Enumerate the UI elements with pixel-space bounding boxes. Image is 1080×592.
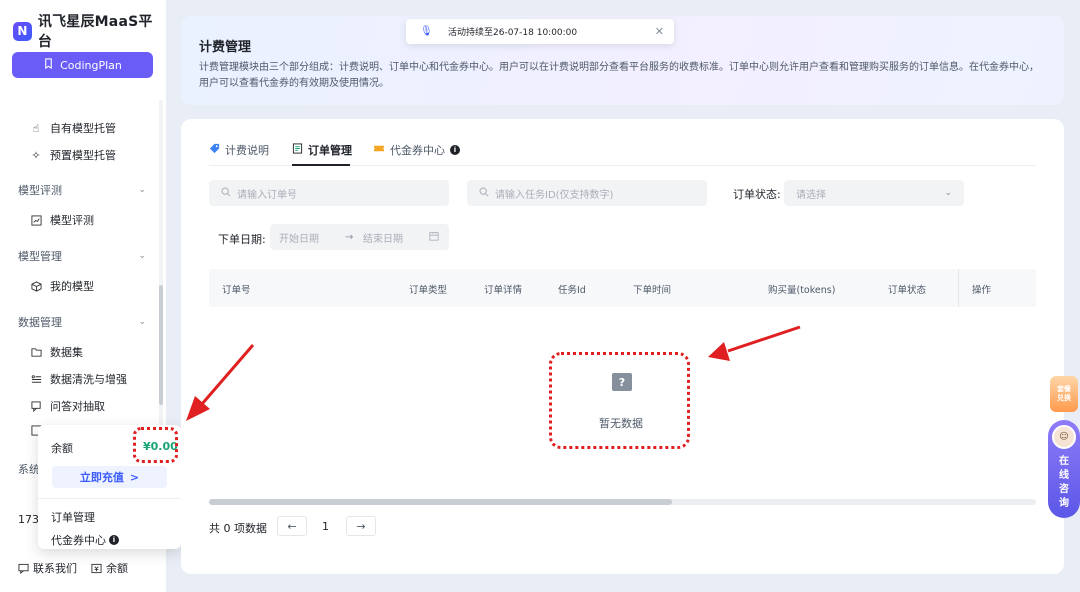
consult-char: 在 xyxy=(1059,456,1069,467)
exchange-label-line1: 套餐 xyxy=(1057,385,1071,393)
consult-label: 在 线 咨 询 xyxy=(1059,455,1069,511)
avatar: ☺ xyxy=(1052,425,1076,449)
arrow-to-empty-data xyxy=(708,325,801,361)
consult-char: 咨 xyxy=(1059,484,1069,495)
consult-char: 询 xyxy=(1059,498,1069,509)
arrow-to-balance xyxy=(186,344,255,421)
consult-char: 线 xyxy=(1059,470,1069,481)
package-exchange-button[interactable]: 套餐 兑换 xyxy=(1050,376,1078,412)
exchange-label-line2: 兑换 xyxy=(1057,394,1071,402)
annotation-arrows xyxy=(186,325,801,421)
online-consult-button[interactable]: ☺ 在 线 咨 询 xyxy=(1048,420,1080,518)
